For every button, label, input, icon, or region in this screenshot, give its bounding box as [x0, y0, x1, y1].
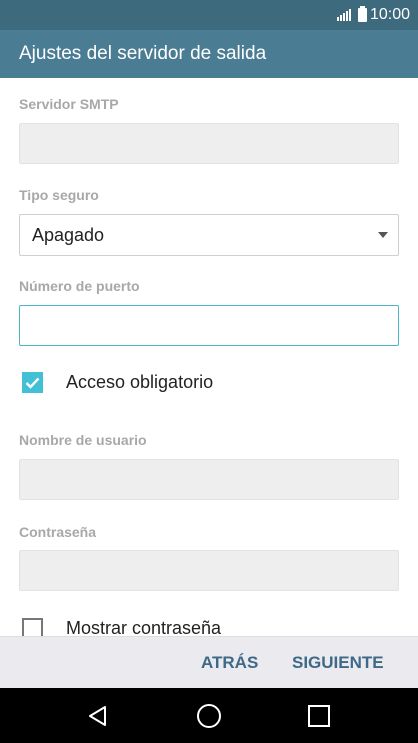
recents-icon[interactable] [289, 688, 349, 743]
auth-required-checkbox[interactable] [22, 372, 43, 393]
page-title: Ajustes del servidor de salida [19, 43, 267, 64]
status-time: 10:00 [369, 6, 410, 23]
username-label: Nombre de usuario [19, 432, 147, 448]
navigation-bar [0, 688, 418, 743]
smtp-server-label: Servidor SMTP [19, 96, 119, 112]
smtp-server-input[interactable] [19, 123, 399, 164]
back-button[interactable]: ATRÁS [201, 653, 258, 673]
port-number-input[interactable] [19, 305, 399, 346]
auth-required-row[interactable]: Acceso obligatorio [22, 372, 213, 393]
signal-icon [336, 9, 352, 21]
app-bar: Ajustes del servidor de salida [0, 30, 418, 78]
settings-form[interactable]: Servidor SMTP Tipo seguro Apagado Número… [0, 78, 418, 636]
battery-icon [357, 6, 367, 22]
home-icon[interactable] [179, 688, 239, 743]
port-number-label: Número de puerto [19, 278, 140, 294]
status-bar: 10:00 [0, 0, 418, 30]
show-password-row[interactable]: Mostrar contraseña [22, 618, 221, 636]
bottom-action-bar: ATRÁS SIGUIENTE [0, 636, 418, 688]
auth-required-label: Acceso obligatorio [66, 372, 214, 392]
security-type-label: Tipo seguro [19, 187, 99, 203]
back-icon[interactable] [68, 688, 128, 743]
password-label: Contraseña [19, 524, 97, 540]
password-input[interactable] [19, 550, 399, 591]
security-type-value: Apagado [32, 224, 105, 245]
show-password-checkbox[interactable] [22, 618, 43, 636]
next-button[interactable]: SIGUIENTE [292, 653, 384, 673]
show-password-label: Mostrar contraseña [66, 618, 222, 636]
checkmark-icon [25, 377, 40, 389]
username-input[interactable] [19, 459, 399, 500]
chevron-down-icon [378, 232, 388, 238]
security-type-select[interactable]: Apagado [19, 214, 399, 256]
